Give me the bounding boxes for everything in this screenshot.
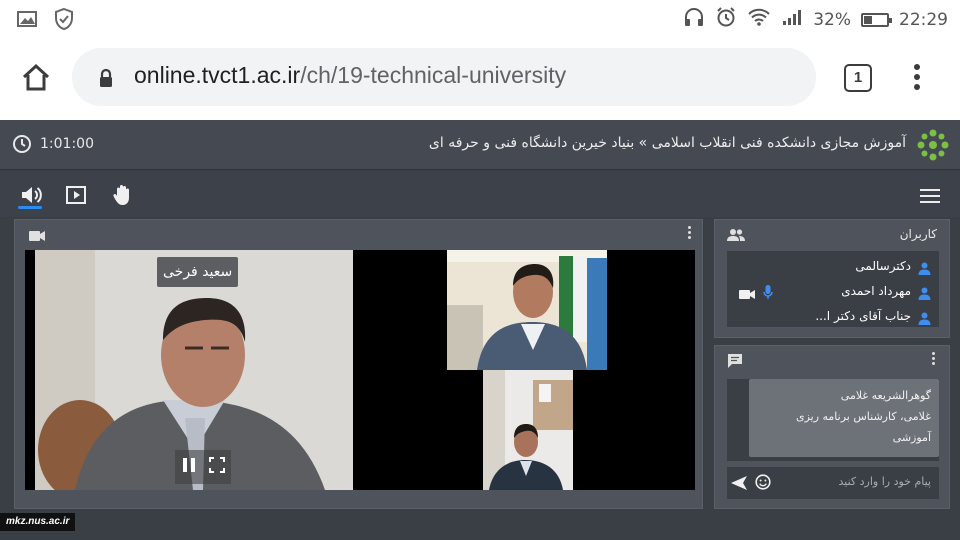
- chat-message: گوهرالشریعه غلامی غلامی، کارشناس برنامه …: [749, 379, 939, 457]
- conference-toolbar: [0, 171, 960, 217]
- chat-message-author: گوهرالشریعه غلامی: [840, 389, 931, 402]
- page-title: آموزش مجازی دانشکده فنی انقلاب اسلامی » …: [428, 135, 906, 151]
- users-group-icon: [727, 227, 745, 246]
- url-path: /ch/19-technical-university: [300, 62, 567, 88]
- url-host: online.tvct1.ac.ir: [134, 62, 301, 88]
- battery-level-fill: [864, 15, 872, 24]
- alarm-icon: [715, 6, 737, 33]
- home-icon: [22, 63, 50, 91]
- audio-button[interactable]: [18, 182, 44, 208]
- hand-icon: [113, 185, 129, 205]
- battery-percent: 32%: [813, 9, 851, 30]
- image-icon: [16, 9, 38, 33]
- fullscreen-button[interactable]: [208, 457, 225, 477]
- participant-video-image: [483, 370, 573, 490]
- shield-icon: [54, 7, 74, 35]
- chat-message-text: غلامی، کارشناس برنامه ریزی آموزشی: [795, 410, 931, 444]
- participant-video-1[interactable]: [447, 250, 607, 370]
- speaker-name-tag: سعید فرخی: [157, 257, 239, 287]
- clock: 22:29: [899, 9, 948, 30]
- video-panel: سعید فرخی: [14, 219, 703, 509]
- smiley-icon: [755, 474, 771, 490]
- user-name: مهرداد احمدی: [841, 284, 911, 298]
- video-stage: سعید فرخی: [25, 250, 695, 490]
- url-text: online.tvct1.ac.ir/ch/19-technical-unive…: [134, 62, 566, 89]
- lock-icon: [98, 68, 114, 92]
- users-list: دکترسالمی مهرداد احمدی جناب آقای دکتر ا.…: [727, 251, 939, 327]
- signal-icon: [781, 8, 803, 31]
- chat-messages: گوهرالشریعه غلامی غلامی، کارشناس برنامه …: [727, 379, 939, 461]
- user-row[interactable]: دکترسالمی: [727, 255, 939, 279]
- video-panel-menu-button[interactable]: [688, 226, 692, 241]
- share-media-button[interactable]: [63, 182, 89, 208]
- video-camera-icon: [29, 227, 45, 246]
- status-bar: 32% 22:29: [0, 0, 960, 38]
- session-timer: 1:01:00: [12, 134, 94, 154]
- fullscreen-icon: [208, 457, 225, 473]
- users-panel-title: کاربران: [899, 227, 937, 241]
- status-bar-right: 32% 22:29: [683, 6, 948, 33]
- watermark: mkz.nus.ac.ir: [0, 513, 76, 531]
- logo-icon: [916, 128, 950, 162]
- raise-hand-button[interactable]: [109, 182, 135, 208]
- audio-active-indicator: [18, 206, 42, 209]
- microphone-icon: [763, 285, 773, 304]
- speaker-icon: [22, 187, 42, 203]
- menu-button[interactable]: [920, 189, 940, 207]
- send-icon: [731, 476, 747, 490]
- participant-video-2[interactable]: [483, 370, 573, 490]
- users-panel: کاربران دکترسالمی مهرداد احمدی جناب آقای…: [714, 219, 950, 338]
- pause-icon: [182, 458, 195, 472]
- user-row[interactable]: جناب آقای دکتر ا...: [727, 305, 939, 327]
- pause-button[interactable]: [182, 457, 196, 477]
- video-controls: [175, 450, 231, 484]
- chat-icon: [727, 353, 743, 373]
- send-button[interactable]: [731, 475, 747, 494]
- user-media-status: [739, 285, 773, 304]
- status-bar-left: [16, 7, 74, 35]
- chat-input-placeholder: پیام خود را وارد کنید: [838, 475, 931, 488]
- timer-text: 1:01:00: [40, 136, 94, 152]
- screen: 32% 22:29 online.tvct1.ac.ir/ch/19-techn…: [0, 0, 960, 540]
- user-name: دکترسالمی: [855, 259, 911, 273]
- battery-icon: [861, 12, 892, 27]
- chat-input[interactable]: پیام خود را وارد کنید: [727, 467, 939, 499]
- chat-panel: گوهرالشریعه غلامی غلامی، کارشناس برنامه …: [714, 345, 950, 509]
- clock-icon: [13, 135, 31, 153]
- app-header: 1:01:00 آموزش مجازی دانشکده فنی انقلاب ا…: [0, 120, 960, 170]
- user-row[interactable]: مهرداد احمدی: [727, 280, 939, 304]
- play-box-icon: [66, 186, 86, 204]
- headphones-icon: [683, 6, 705, 33]
- emoji-button[interactable]: [755, 474, 771, 494]
- browser-toolbar: online.tvct1.ac.ir/ch/19-technical-unive…: [0, 38, 960, 120]
- main-video-feed[interactable]: سعید فرخی: [35, 250, 353, 490]
- home-button[interactable]: [20, 62, 52, 94]
- address-bar[interactable]: online.tvct1.ac.ir/ch/19-technical-unive…: [72, 48, 816, 106]
- user-icon: [918, 285, 931, 304]
- browser-menu-button[interactable]: [912, 64, 922, 94]
- webcam-icon: [739, 285, 755, 304]
- user-icon: [918, 310, 931, 327]
- user-icon: [918, 260, 931, 279]
- wifi-icon: [747, 7, 771, 32]
- chat-panel-menu-button[interactable]: [932, 352, 936, 367]
- participant-video-image: [447, 250, 607, 370]
- user-name: جناب آقای دکتر ا...: [815, 309, 911, 323]
- tab-switcher-button[interactable]: 1: [844, 64, 872, 92]
